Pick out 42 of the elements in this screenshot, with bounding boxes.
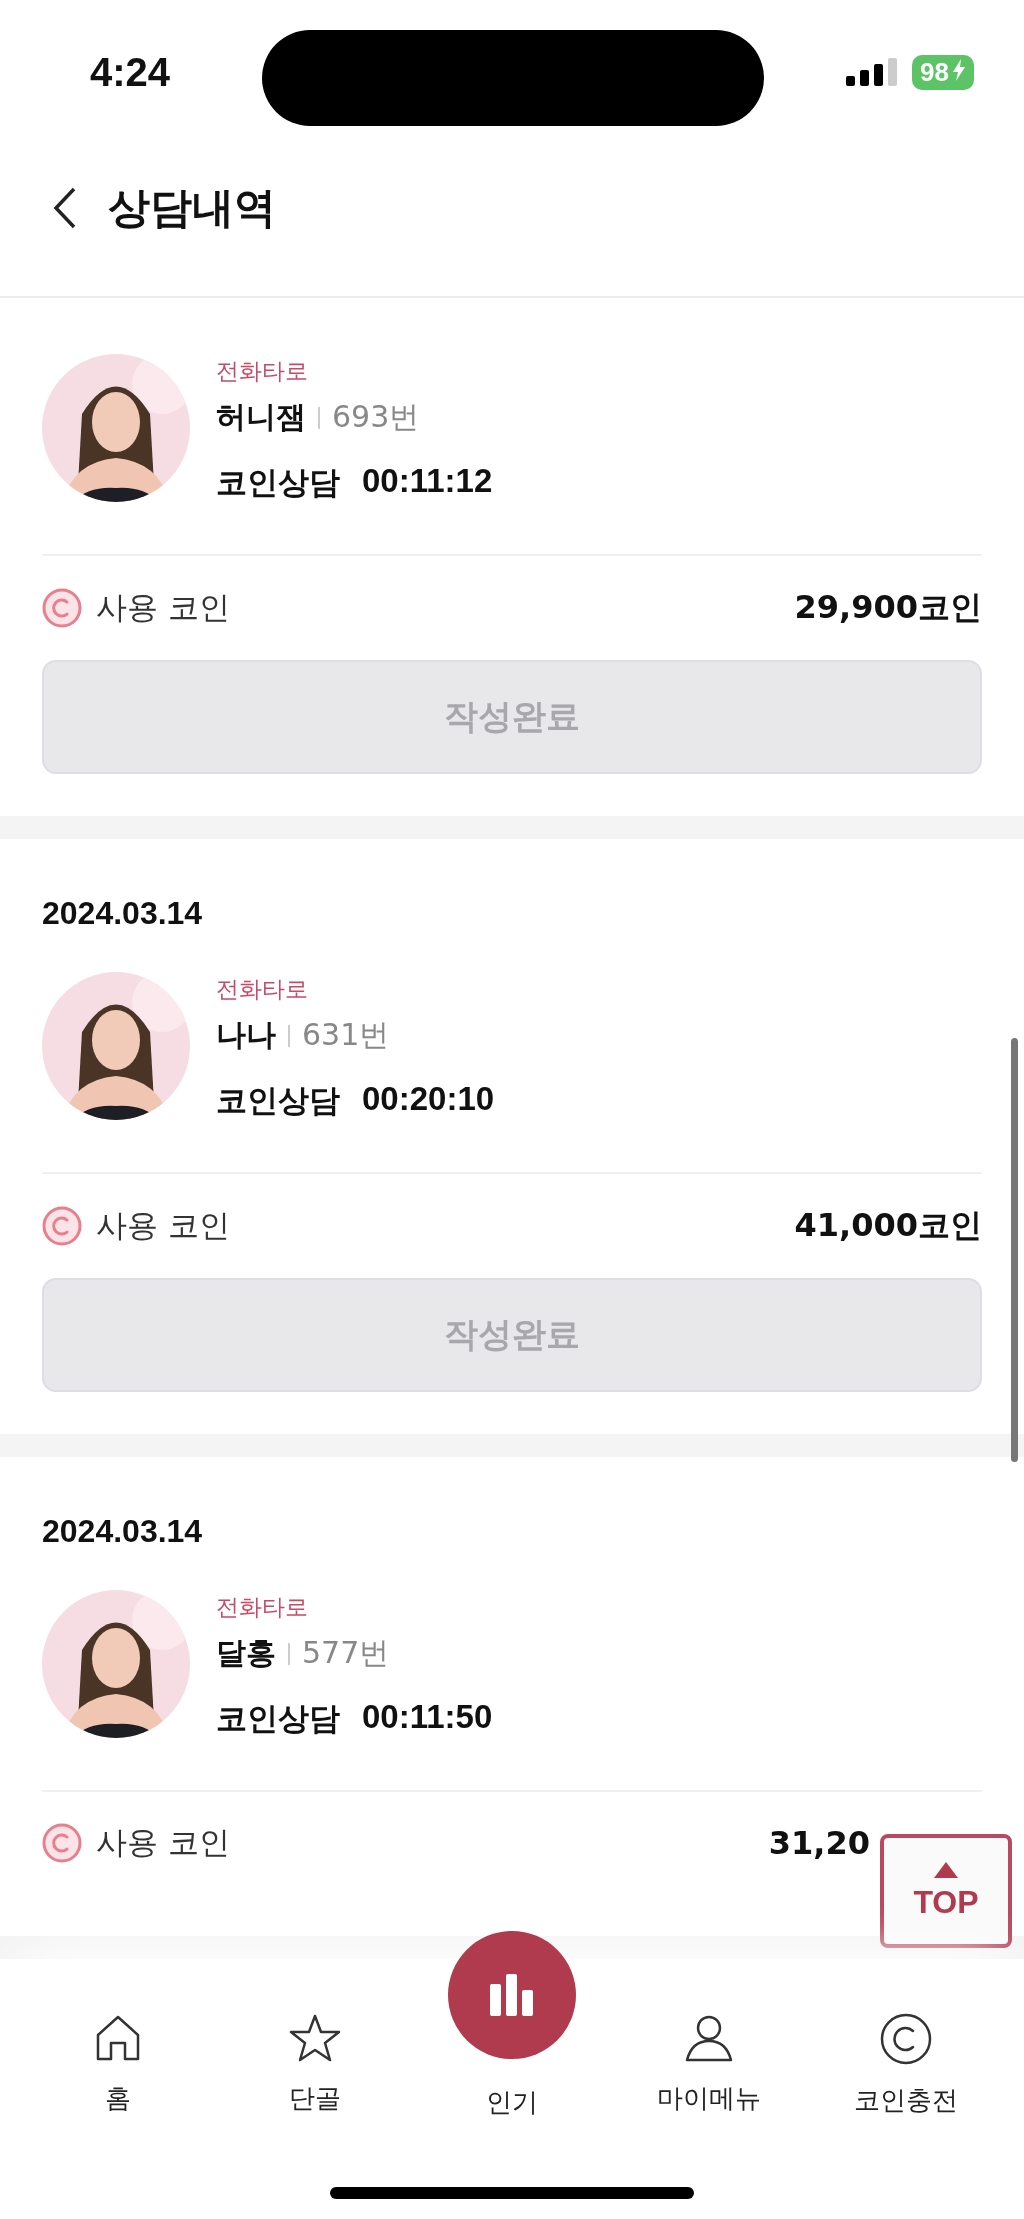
tab-bar-item[interactable]: 단골	[216, 1969, 414, 2117]
category-label: 전화타로	[216, 975, 309, 1004]
consult-type: 코인상담	[216, 1699, 340, 1738]
consult-duration: 00:11:12	[362, 462, 493, 501]
coin-label: 사용 코인	[96, 1206, 230, 1245]
counselor-name: 허니잼	[216, 398, 306, 436]
triangle-up-icon	[934, 1861, 958, 1878]
coin-icon	[42, 1823, 82, 1863]
back-button[interactable]	[52, 186, 78, 230]
status-time: 4:24	[90, 49, 171, 95]
coin-label: 사용 코인	[96, 588, 230, 627]
counselor-name: 나나	[216, 1016, 276, 1054]
consult-duration: 00:11:50	[362, 1698, 493, 1737]
consult-type: 코인상담	[216, 1081, 340, 1120]
charging-icon	[952, 58, 966, 81]
person-icon	[683, 2013, 734, 2063]
coin-icon	[42, 1206, 82, 1246]
counselor-number: 631번	[302, 1016, 390, 1054]
tab-bar-item[interactable]: 마이메뉴	[610, 1969, 808, 2117]
consult-duration: 00:20:10	[362, 1080, 495, 1119]
top-button[interactable]: TOP	[880, 1834, 1012, 1948]
category-label: 전화타로	[216, 357, 309, 386]
consult-type: 코인상담	[216, 463, 340, 502]
star-icon	[288, 2013, 343, 2063]
battery-level: 98	[912, 54, 974, 90]
coin-amount: 31,20	[768, 1824, 870, 1862]
consult-date: 2024.03.14	[42, 895, 204, 932]
coin-amount: 41,000코인	[794, 1205, 982, 1246]
tab-bar-item[interactable]: 코인충전	[807, 1969, 1004, 2119]
tab-bar-item[interactable]: 홈	[20, 1969, 217, 2117]
consult-date: 2024.03.14	[42, 1513, 204, 1550]
category-label: 전화타로	[216, 1593, 309, 1622]
coin-amount: 29,900코인	[794, 587, 982, 628]
coin-icon	[879, 2013, 932, 2065]
tab-bar-item[interactable]: 인기	[413, 1931, 611, 2121]
signal-icon	[846, 58, 899, 86]
coin-label: 사용 코인	[96, 1823, 230, 1862]
counselor-number: 577번	[302, 1634, 390, 1672]
page-title: 상담내역	[108, 182, 276, 234]
coin-icon	[42, 588, 82, 628]
counselor-name: 달홍	[216, 1634, 276, 1672]
counselor-number: 693번	[332, 398, 420, 436]
